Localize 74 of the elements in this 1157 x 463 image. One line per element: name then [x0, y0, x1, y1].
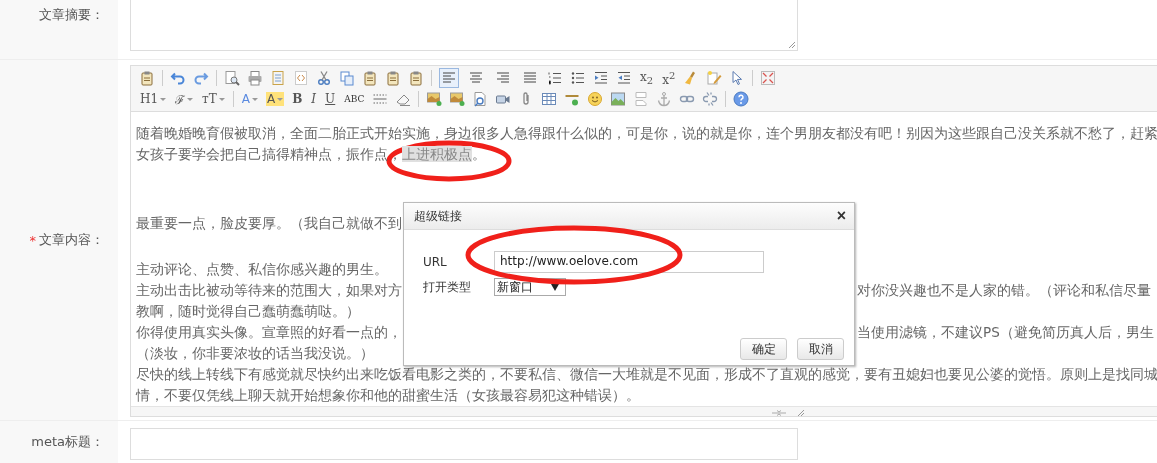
resize-grip-icon[interactable]	[788, 41, 796, 49]
page-icon[interactable]	[270, 70, 286, 86]
image-icon[interactable]	[610, 91, 627, 107]
bold-button[interactable]: B	[291, 92, 304, 106]
highlight-button[interactable]: A	[266, 92, 285, 106]
subscript-button[interactable]: x$_{2}$	[639, 69, 655, 87]
outdent-icon[interactable]	[616, 70, 632, 86]
printer-icon[interactable]	[247, 70, 263, 86]
unlink-icon[interactable]	[702, 91, 719, 107]
paragraph-text: 主动评论、点赞、私信你感兴趣的男生。	[136, 260, 388, 279]
align-center-icon	[468, 70, 484, 86]
summary-field[interactable]	[130, 0, 798, 51]
heading-button[interactable]: H1	[139, 92, 168, 106]
cancel-button[interactable]: 取消	[797, 338, 844, 360]
paragraph-text: 尽快的线上转线下有感觉就尽快约出来吃饭看电影之类的，不要私信、微信一大堆就是不见面，形成不了直观的感觉，要有丑媳妇也要见公婆的觉悟。原则上是找同城	[136, 365, 1157, 384]
copy-icon[interactable]	[339, 70, 355, 86]
align-right-icon	[495, 70, 511, 86]
italic-button[interactable]: I	[310, 92, 318, 106]
paragraph-text: （淡妆，你非要浓妆的话当我没说。）	[136, 344, 374, 363]
clipboard-icon[interactable]	[362, 70, 378, 86]
bulleted-list-icon[interactable]	[570, 70, 586, 86]
page-break-icon[interactable]	[633, 91, 650, 107]
open-type-label: 打开类型	[423, 278, 472, 296]
dotted-lines-icon[interactable]	[372, 91, 389, 107]
alignment-button[interactable]	[439, 68, 459, 88]
paragraph-text: 随着晚婚晚育假被取消，全面二胎正式开始实施，身边很多人急得跟什么似的，可是你，说的就是你，连个男朋友都没有吧！别因为这些跟自己没关系就不愁了，赶紧	[136, 124, 1157, 143]
url-label: URL	[423, 255, 448, 269]
table-icon[interactable]	[541, 91, 558, 107]
strikethrough-button[interactable]: ABC	[343, 94, 366, 104]
undo-icon[interactable]	[170, 70, 186, 86]
align-left-icon	[441, 70, 457, 86]
paragraph-text: 教啊，随时觉得自己蠢萌蠢萌哒。）	[136, 302, 360, 321]
meta-title-field[interactable]	[130, 428, 798, 460]
underline-button[interactable]: U	[324, 92, 337, 106]
help-icon[interactable]	[733, 91, 750, 107]
pencil-icon[interactable]	[706, 70, 723, 86]
paragraph-text: 主动出击比被动等待来的范围大，如果对方	[136, 281, 403, 300]
smiley-icon[interactable]	[587, 91, 604, 107]
image-plus-icon[interactable]	[426, 91, 443, 107]
font-family-button[interactable]: ℱ	[174, 90, 195, 108]
drag-handle-icon[interactable]	[771, 409, 787, 417]
paragraph-text: 对你没兴趣也不是人家的错。（评论和私信尽量	[857, 281, 1151, 300]
image-plus-icon[interactable]	[449, 91, 466, 107]
clipboard-icon[interactable]	[408, 70, 424, 86]
dialog-title: 超级链接	[414, 207, 462, 225]
indent-icon[interactable]	[593, 70, 609, 86]
file-search-icon[interactable]	[472, 91, 489, 107]
field-label: 文章摘要：	[39, 6, 104, 24]
open-type-select[interactable]: 新窗口	[494, 278, 566, 296]
fullscreen-icon[interactable]	[760, 70, 777, 86]
anchor-icon[interactable]	[656, 91, 673, 107]
paragraph-text: 女孩子要学会把自己搞得精神点，振作点，上进积极点。	[136, 145, 486, 164]
field-label: meta标题：	[31, 433, 104, 451]
paragraph-text: 当使用滤镜，不建议PS（避免简历真人后，男生	[857, 323, 1154, 342]
paragraph-text: 你得使用真实头像。宣章照的好看一点的，	[136, 323, 403, 342]
code-icon[interactable]	[293, 70, 309, 86]
confirm-button[interactable]: 确定	[740, 338, 787, 360]
clipboard-icon[interactable]	[385, 70, 401, 86]
font-size-button[interactable]: ᴛT	[201, 92, 226, 106]
document-search-icon[interactable]	[224, 70, 240, 86]
paragraph-text: 情，不要仅凭线上聊天就开始想象你和他的甜蜜生活（女孩最容易犯这种错误）。	[136, 386, 640, 405]
clipboard-icon[interactable]	[139, 70, 155, 86]
caret-icon	[551, 283, 559, 291]
resize-grip-icon[interactable]	[797, 409, 805, 417]
numbered-list-icon[interactable]	[547, 70, 563, 86]
justify-icon	[522, 70, 538, 86]
scissors-icon[interactable]	[316, 70, 332, 86]
superscript-button[interactable]: x$^{2}$	[661, 69, 677, 87]
field-label: 文章内容：	[39, 231, 104, 249]
required-mark: *	[29, 232, 36, 248]
url-field[interactable]: http://www.oelove.com	[494, 251, 764, 273]
paragraph-text: 最重要一点，脸皮要厚。（我自己就做不到	[136, 214, 402, 233]
redo-icon[interactable]	[193, 70, 209, 86]
close-button[interactable]: ×	[836, 207, 846, 225]
